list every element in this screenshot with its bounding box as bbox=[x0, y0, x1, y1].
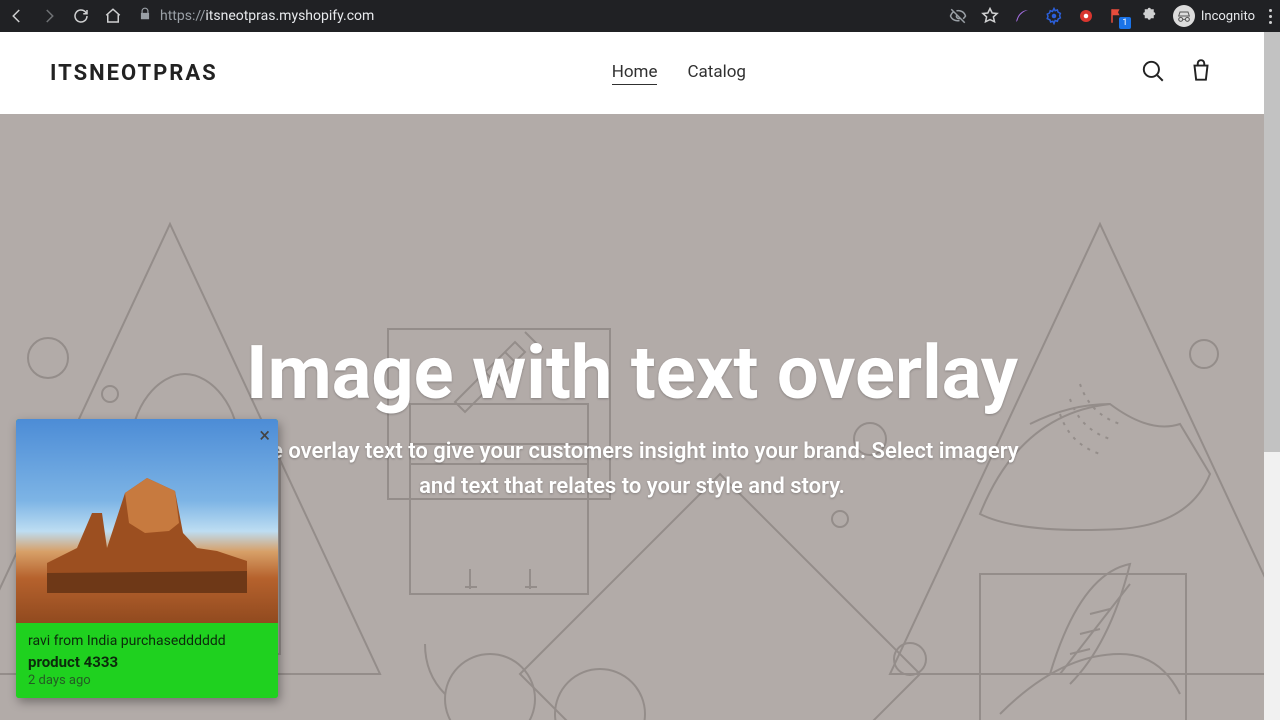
popup-image: × bbox=[16, 419, 278, 623]
popup-illustration bbox=[47, 453, 247, 593]
nav-home[interactable]: Home bbox=[612, 62, 658, 85]
incognito-label: Incognito bbox=[1201, 9, 1255, 24]
search-icon[interactable] bbox=[1140, 58, 1166, 88]
popup-product[interactable]: product 4333 bbox=[28, 653, 266, 671]
extensions-icon[interactable] bbox=[1141, 7, 1159, 25]
lock-icon bbox=[138, 7, 152, 25]
close-icon[interactable]: × bbox=[259, 425, 270, 445]
nav-catalog[interactable]: Catalog bbox=[687, 62, 746, 85]
forward-button[interactable] bbox=[40, 7, 58, 25]
scrollbar[interactable] bbox=[1264, 32, 1280, 720]
popup-message: ravi from India purchasedddddd bbox=[28, 633, 266, 649]
site-header: ITSNEOTPRAS Home Catalog bbox=[0, 32, 1264, 114]
cart-icon[interactable] bbox=[1188, 58, 1214, 88]
ext-flag-icon[interactable] bbox=[1109, 7, 1127, 25]
hero-title: Image with text overlay bbox=[246, 330, 1018, 417]
popup-body: ravi from India purchasedddddd product 4… bbox=[16, 623, 278, 698]
main-nav: Home Catalog bbox=[218, 62, 1140, 85]
popup-timestamp: 2 days ago bbox=[28, 673, 266, 688]
ext-record-icon[interactable] bbox=[1077, 7, 1095, 25]
url-text: https://itsneotpras.myshopify.com bbox=[160, 8, 374, 24]
eye-off-icon[interactable] bbox=[949, 7, 967, 25]
incognito-icon bbox=[1173, 5, 1195, 27]
scrollbar-thumb[interactable] bbox=[1264, 32, 1280, 452]
star-icon[interactable] bbox=[981, 7, 999, 25]
incognito-chip[interactable]: Incognito bbox=[1173, 5, 1255, 27]
ext-gear-icon[interactable] bbox=[1045, 7, 1063, 25]
sales-popup[interactable]: × ravi from India purchasedddddd product… bbox=[16, 419, 278, 698]
home-button[interactable] bbox=[104, 7, 122, 25]
address-bar[interactable]: https://itsneotpras.myshopify.com bbox=[138, 7, 374, 25]
back-button[interactable] bbox=[8, 7, 26, 25]
chrome-menu-button[interactable] bbox=[1269, 9, 1272, 24]
browser-toolbar: https://itsneotpras.myshopify.com bbox=[0, 0, 1280, 32]
reload-button[interactable] bbox=[72, 7, 90, 25]
ext-feather-icon[interactable] bbox=[1013, 7, 1031, 25]
site-logo[interactable]: ITSNEOTPRAS bbox=[50, 61, 218, 86]
hero-subtitle: Use overlay text to give your customers … bbox=[242, 435, 1022, 503]
